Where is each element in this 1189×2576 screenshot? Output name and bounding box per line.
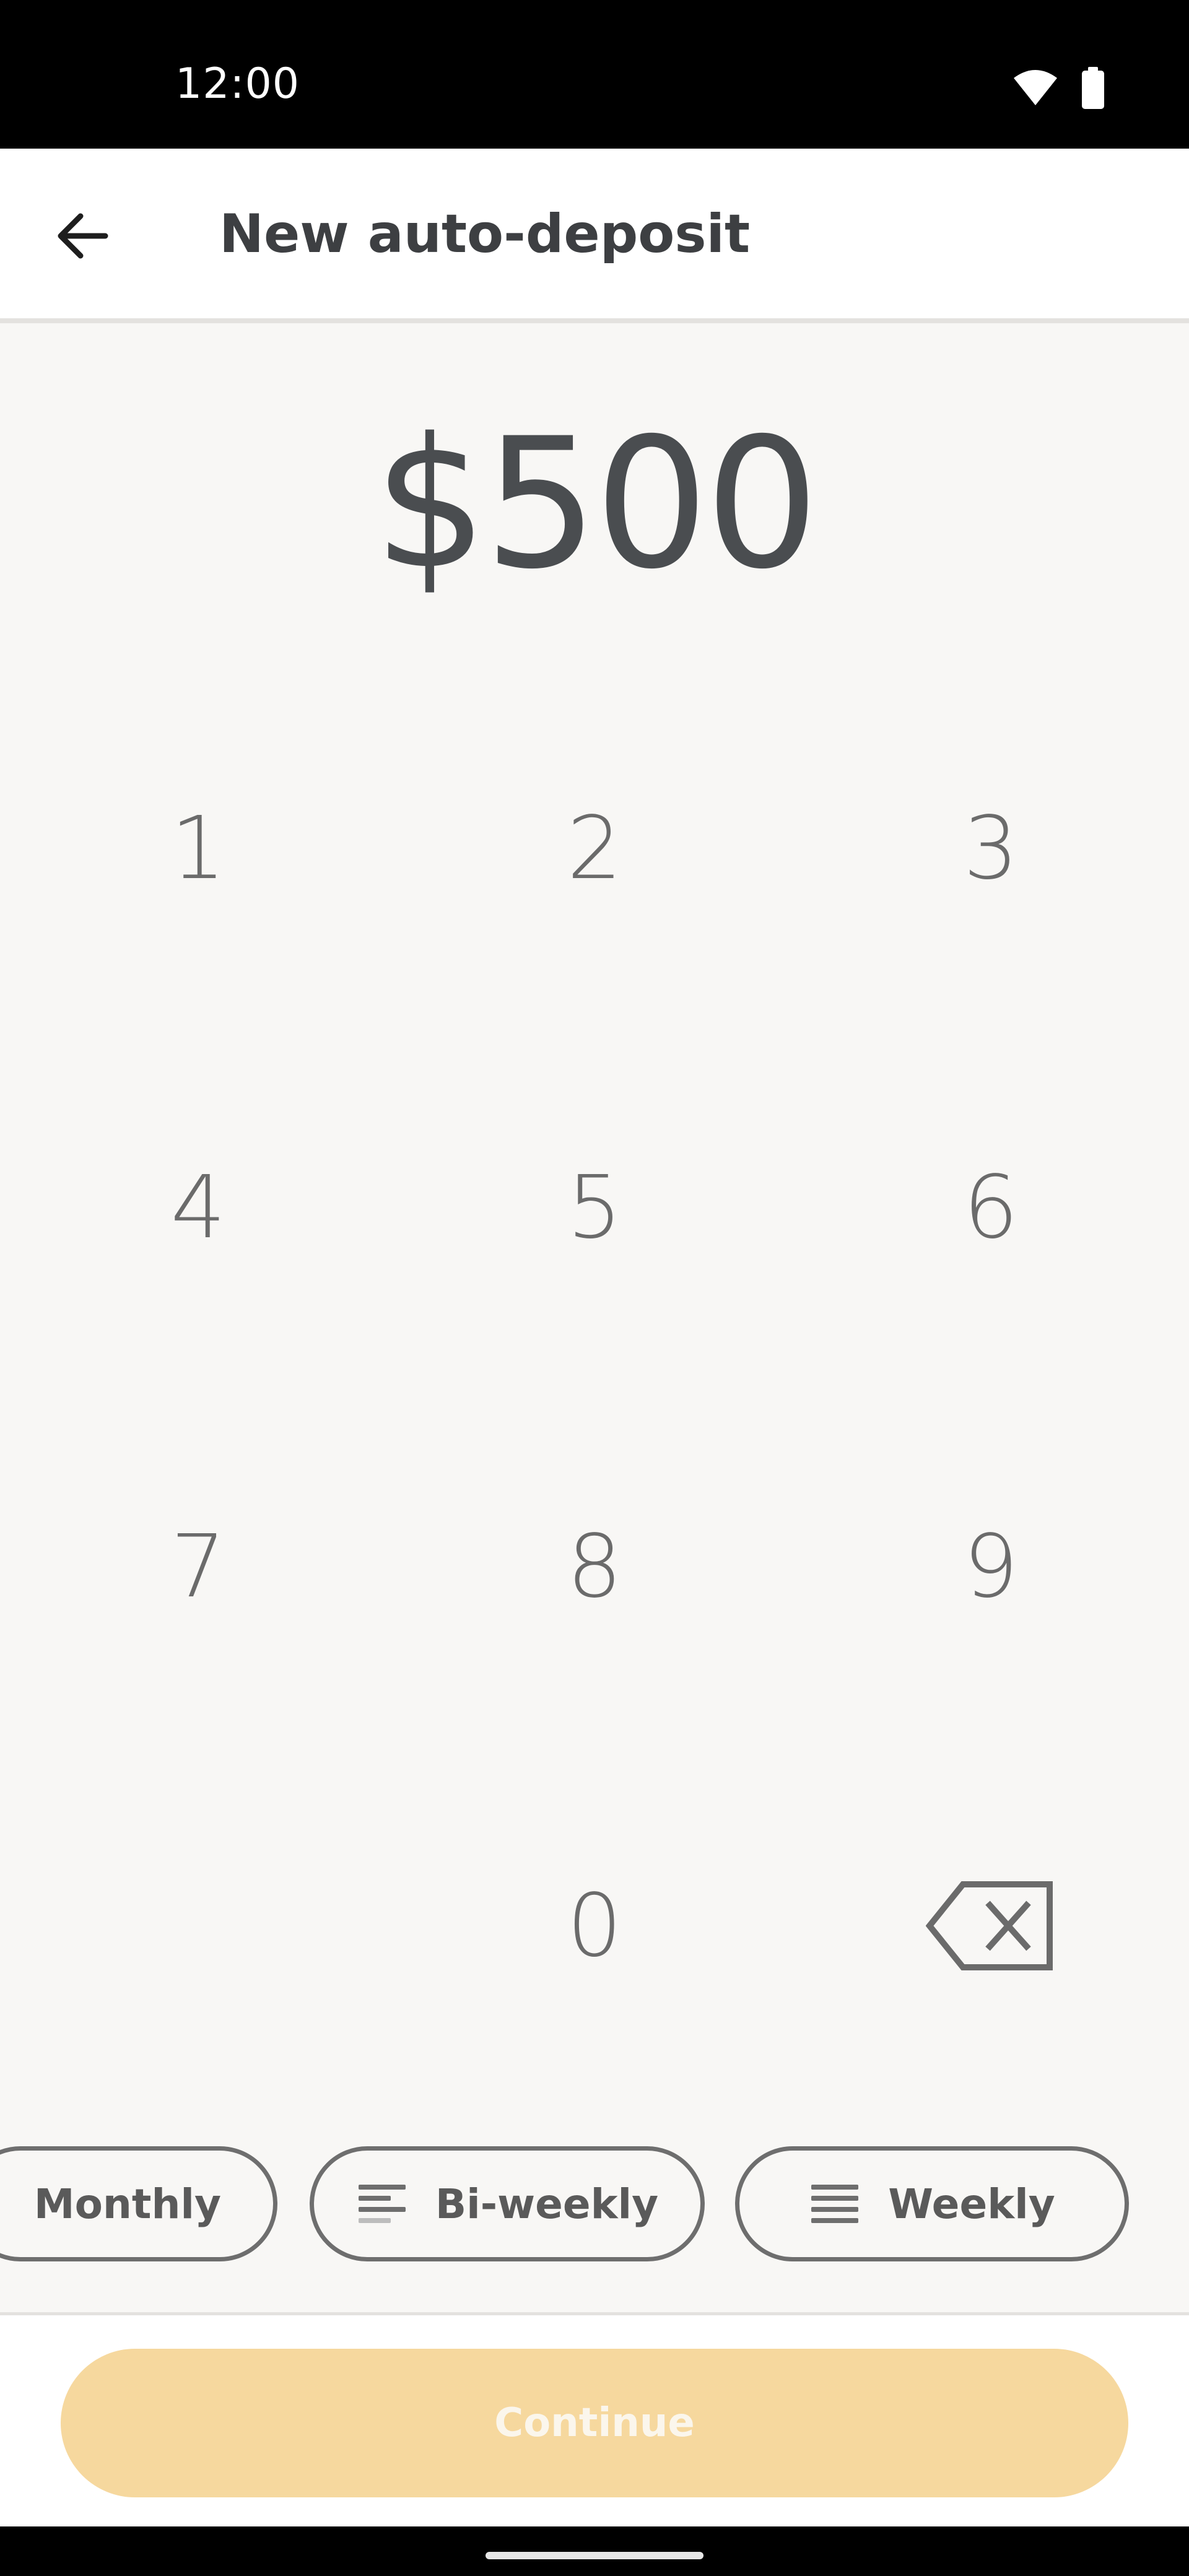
key-9[interactable]: 9: [793, 1387, 1189, 1746]
weekly-lines-icon: [811, 2185, 859, 2223]
arrow-left-icon: [58, 213, 108, 259]
key-5[interactable]: 5: [396, 1028, 793, 1387]
key-6[interactable]: 6: [793, 1028, 1189, 1387]
chip-weekly[interactable]: Weekly: [735, 2146, 1129, 2261]
chip-label: Bi-weekly: [435, 2180, 659, 2228]
wifi-icon: [1013, 69, 1058, 109]
key-0[interactable]: 0: [396, 1746, 793, 2105]
chip-label: Weekly: [888, 2180, 1055, 2228]
status-bar: 12:00: [0, 0, 1189, 149]
chip-bi-weekly[interactable]: Bi-weekly: [310, 2146, 705, 2261]
key-1[interactable]: 1: [0, 669, 396, 1028]
key-2[interactable]: 2: [396, 669, 793, 1028]
bottom-panel: Continue: [0, 2312, 1189, 2530]
screen: 12:00 New auto-deposit $500 1 2 3 4 5 6 …: [0, 0, 1189, 2576]
backspace-icon: [926, 1881, 1053, 1970]
key-4[interactable]: 4: [0, 1028, 396, 1387]
backspace-button[interactable]: [793, 1746, 1189, 2105]
chip-monthly[interactable]: Monthly: [0, 2146, 277, 2261]
home-handle[interactable]: [486, 2552, 703, 2559]
key-7[interactable]: 7: [0, 1387, 396, 1746]
frequency-chips: Monthly Bi-weekly Weekly: [0, 2146, 1189, 2268]
bi-weekly-lines-icon: [358, 2185, 406, 2223]
back-button[interactable]: [43, 196, 124, 276]
navigation-bar: [0, 2526, 1189, 2576]
status-time: 12:00: [175, 59, 300, 108]
app-bar: New auto-deposit: [0, 149, 1189, 323]
amount-display: $500: [373, 400, 819, 609]
battery-icon: [1081, 67, 1105, 111]
key-3[interactable]: 3: [793, 669, 1189, 1028]
key-8[interactable]: 8: [396, 1387, 793, 1746]
keypad: 1 2 3 4 5 6 7 8 9 0: [0, 669, 1189, 1977]
page-title: New auto-deposit: [219, 203, 751, 265]
chip-label: Monthly: [33, 2180, 222, 2228]
status-icons: [1013, 67, 1105, 111]
continue-button[interactable]: Continue: [61, 2349, 1128, 2497]
